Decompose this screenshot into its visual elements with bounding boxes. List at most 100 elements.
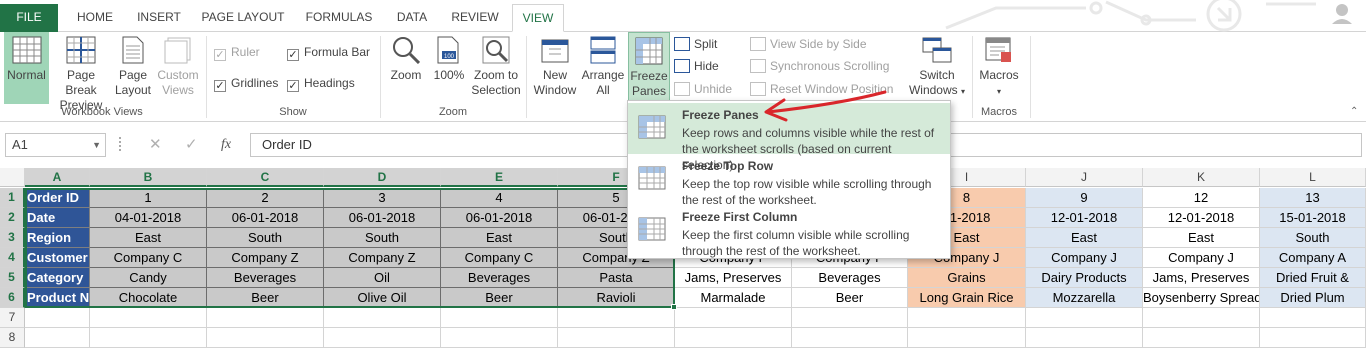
cell[interactable] [558, 308, 675, 328]
cell[interactable] [675, 328, 792, 348]
cell[interactable]: 4 [441, 188, 558, 208]
row-header[interactable]: 2 [0, 208, 25, 228]
cell[interactable] [792, 328, 908, 348]
cell[interactable]: Grains [908, 268, 1026, 288]
tab-page-layout[interactable]: PAGE LAYOUT [196, 4, 290, 32]
cell[interactable]: 12-01-2018 [1143, 208, 1260, 228]
row-header[interactable]: 4 [0, 248, 25, 268]
cell[interactable] [207, 328, 324, 348]
cell[interactable]: Date [25, 208, 90, 228]
tab-insert[interactable]: INSERT [128, 4, 190, 32]
cell[interactable] [558, 328, 675, 348]
cell[interactable]: 15-01-2018 [1260, 208, 1366, 228]
cell[interactable]: 13 [1260, 188, 1366, 208]
page-break-preview-button[interactable]: Page Break Preview [51, 32, 111, 112]
row-header[interactable]: 3 [0, 228, 25, 248]
cell[interactable]: 12 [1143, 188, 1260, 208]
macros-button[interactable]: Macros ▾ [976, 32, 1022, 104]
cell[interactable]: Company Z [207, 248, 324, 268]
split-button[interactable]: Split [674, 35, 717, 55]
cell[interactable] [1026, 308, 1143, 328]
cell[interactable]: Dried Fruit & [1260, 268, 1366, 288]
column-header[interactable]: K [1143, 168, 1260, 187]
menu-item-freeze-first-column[interactable]: Freeze First Column Keep the first colum… [628, 205, 950, 258]
cell[interactable]: Jams, Preserves [675, 268, 792, 288]
row-header[interactable]: 7 [0, 308, 25, 328]
tab-view[interactable]: VIEW [512, 4, 564, 32]
cell[interactable] [441, 328, 558, 348]
column-header[interactable]: E [441, 168, 558, 187]
cell[interactable]: Dairy Products [1026, 268, 1143, 288]
select-all-corner[interactable] [0, 168, 25, 187]
hide-button[interactable]: Hide [674, 57, 719, 77]
cell[interactable]: East [1143, 228, 1260, 248]
cell[interactable]: Pasta [558, 268, 675, 288]
cell[interactable]: Beer [792, 288, 908, 308]
cell[interactable]: Mozzarella [1026, 288, 1143, 308]
cell[interactable] [908, 328, 1026, 348]
freeze-panes-button[interactable]: Freeze Panes ▾ [628, 32, 670, 112]
cell[interactable]: 12-01-2018 [1026, 208, 1143, 228]
new-window-button[interactable]: New Window [530, 32, 580, 104]
row-header[interactable]: 8 [0, 328, 25, 348]
column-header[interactable]: A [25, 168, 90, 187]
normal-view-button[interactable]: Normal [4, 32, 49, 104]
headings-checkbox[interactable]: ✓ Headings [287, 75, 355, 93]
formula-bar-grip[interactable] [119, 137, 121, 151]
cell[interactable]: Beer [441, 288, 558, 308]
insert-function-icon[interactable]: fx [221, 133, 231, 157]
cell[interactable]: Beer [207, 288, 324, 308]
cell[interactable] [1143, 308, 1260, 328]
cell[interactable]: Company C [90, 248, 207, 268]
cell[interactable]: Boysenberry Spread [1143, 288, 1260, 308]
cell[interactable]: Company Z [324, 248, 441, 268]
cell[interactable]: 2 [207, 188, 324, 208]
cell[interactable]: Order ID [25, 188, 90, 208]
cell[interactable]: Beverages [441, 268, 558, 288]
cell[interactable]: East [1026, 228, 1143, 248]
formula-bar-checkbox[interactable]: ✓ Formula Bar [287, 44, 370, 62]
cell[interactable] [1143, 328, 1260, 348]
cell[interactable]: 06-01-2018 [324, 208, 441, 228]
cell[interactable]: South [207, 228, 324, 248]
cell[interactable]: Company A [1260, 248, 1366, 268]
cell[interactable]: Chocolate [90, 288, 207, 308]
cell[interactable] [324, 308, 441, 328]
cell[interactable]: Olive Oil [324, 288, 441, 308]
cell[interactable]: Company C [441, 248, 558, 268]
enter-icon[interactable]: ✓ [185, 133, 198, 157]
cell[interactable]: Beverages [792, 268, 908, 288]
cell[interactable] [1026, 328, 1143, 348]
column-header[interactable]: C [207, 168, 324, 187]
zoom-button[interactable]: Zoom [386, 32, 426, 104]
row-header[interactable]: 6 [0, 288, 25, 308]
cancel-icon[interactable]: ✕ [149, 133, 162, 157]
cell[interactable] [441, 308, 558, 328]
tab-review[interactable]: REVIEW [444, 4, 506, 32]
cell[interactable]: Long Grain Rice [908, 288, 1026, 308]
page-layout-button[interactable]: Page Layout [113, 32, 153, 104]
cell[interactable]: Jams, Preserves [1143, 268, 1260, 288]
column-header[interactable]: J [1026, 168, 1143, 187]
cell[interactable] [675, 308, 792, 328]
gridlines-checkbox[interactable]: ✓ Gridlines [214, 75, 278, 93]
ruler-checkbox[interactable]: ✓ Ruler [214, 44, 260, 62]
collapse-ribbon-icon[interactable]: ⌃ [1350, 106, 1358, 117]
column-header[interactable]: B [90, 168, 207, 187]
tab-home[interactable]: HOME [66, 4, 124, 32]
cell[interactable]: East [441, 228, 558, 248]
zoom-to-selection-button[interactable]: Zoom to Selection [470, 32, 522, 104]
cell[interactable]: Product N [25, 288, 90, 308]
cell[interactable] [324, 328, 441, 348]
fill-handle[interactable] [671, 304, 677, 310]
column-header[interactable]: L [1260, 168, 1366, 187]
cell[interactable]: South [1260, 228, 1366, 248]
cell[interactable]: Category [25, 268, 90, 288]
cell[interactable]: Company J [1143, 248, 1260, 268]
cell[interactable]: Candy [90, 268, 207, 288]
cell[interactable] [90, 328, 207, 348]
row-header[interactable]: 1 [0, 188, 25, 208]
cell[interactable] [792, 308, 908, 328]
cell[interactable]: Company J [1026, 248, 1143, 268]
cell[interactable]: Customer [25, 248, 90, 268]
